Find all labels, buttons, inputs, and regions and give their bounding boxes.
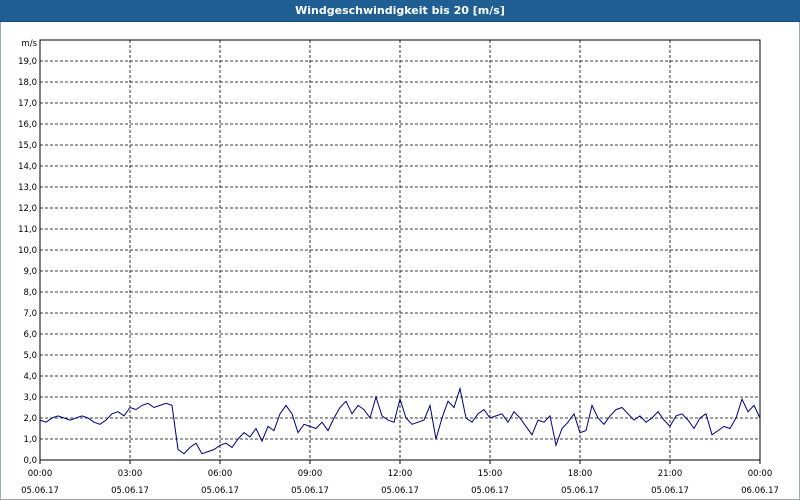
x-tick-time-label: 21:00 bbox=[658, 469, 683, 479]
y-tick-label: 12,0 bbox=[18, 204, 37, 214]
y-tick-label: 19,0 bbox=[18, 57, 37, 67]
y-tick-label: 18,0 bbox=[18, 78, 37, 88]
x-tick-date-label: 05.06.17 bbox=[21, 486, 59, 496]
y-tick-label: 6,0 bbox=[23, 330, 37, 340]
x-tick-time-label: 00:00 bbox=[28, 469, 53, 479]
x-tick-time-label: 09:00 bbox=[298, 469, 323, 479]
x-tick-date-label: 05.06.17 bbox=[381, 486, 419, 496]
y-tick-label: 3,0 bbox=[23, 393, 37, 403]
y-tick-label: 9,0 bbox=[23, 267, 37, 277]
y-tick-label: 7,0 bbox=[23, 309, 37, 319]
x-tick-date-label: 05.06.17 bbox=[201, 486, 239, 496]
y-axis-label: m/s bbox=[21, 39, 37, 49]
y-tick-label: 14,0 bbox=[18, 162, 37, 172]
y-tick-label: 5,0 bbox=[23, 351, 37, 361]
x-tick-time-label: 12:00 bbox=[388, 469, 413, 479]
x-tick-date-label: 05.06.17 bbox=[291, 486, 329, 496]
x-tick-time-label: 15:00 bbox=[478, 469, 503, 479]
y-tick-label: 8,0 bbox=[23, 288, 37, 298]
wind-speed-chart: 0,0 1,0 2,0 3,0 4,0 5,0 6,0 7,0 8,0 9,0 10,0 11,0 12… bbox=[18, 39, 779, 496]
y-tick-label: 10,0 bbox=[18, 246, 37, 256]
y-tick-label: 13,0 bbox=[18, 183, 37, 193]
x-tick-time-label: 00:00 bbox=[748, 469, 773, 479]
y-tick-label: 0,0 bbox=[23, 456, 37, 466]
y-tick-label: 2,0 bbox=[23, 414, 37, 424]
y-tick-label: 15,0 bbox=[18, 141, 37, 151]
y-tick-label: 17,0 bbox=[18, 99, 37, 109]
y-tick-label: 16,0 bbox=[18, 120, 37, 130]
x-tick-time-label: 06:00 bbox=[208, 469, 233, 479]
x-tick-time-label: 03:00 bbox=[118, 469, 143, 479]
x-tick-date-label: 06.06.17 bbox=[741, 486, 779, 496]
x-tick-date-label: 05.06.17 bbox=[561, 486, 599, 496]
x-tick-time-label: 18:00 bbox=[568, 469, 593, 479]
x-tick-date-label: 05.06.17 bbox=[471, 486, 509, 496]
y-tick-label: 1,0 bbox=[23, 435, 37, 445]
x-tick-date-label: 05.06.17 bbox=[111, 486, 149, 496]
y-tick-label: 4,0 bbox=[23, 372, 37, 382]
x-tick-date-label: 05.06.17 bbox=[651, 486, 689, 496]
y-tick-label: 11,0 bbox=[18, 225, 37, 235]
